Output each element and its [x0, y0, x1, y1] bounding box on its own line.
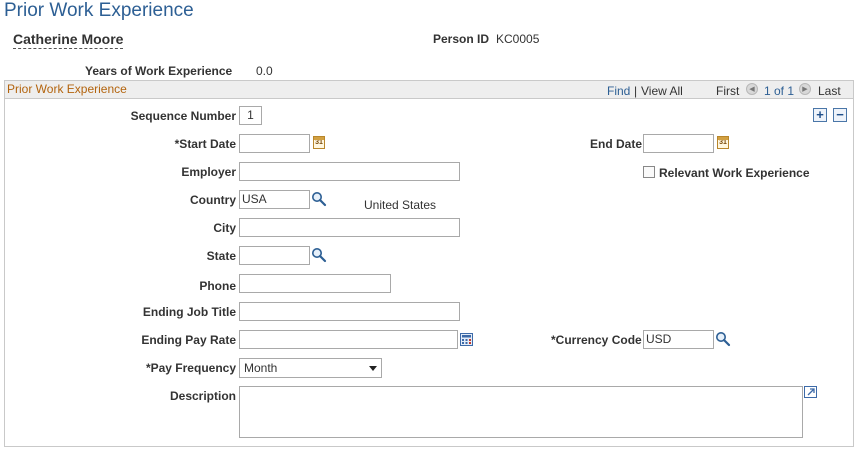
relevant-work-experience-checkbox[interactable]	[643, 166, 655, 178]
phone-label: Phone	[199, 279, 236, 293]
employer-input[interactable]	[239, 162, 460, 181]
ending-pay-rate-input[interactable]	[239, 330, 458, 349]
description-label: Description	[169, 389, 236, 403]
start-date-input[interactable]	[239, 134, 310, 153]
start-date-label: *Start Date	[174, 137, 236, 151]
sequence-number-input[interactable]: 1	[239, 106, 262, 125]
employer-label: Employer	[181, 165, 236, 179]
sequence-number-label: Sequence Number	[130, 109, 236, 123]
ending-pay-rate-label: Ending Pay Rate	[141, 333, 236, 347]
country-lookup-icon[interactable]	[311, 191, 327, 207]
pay-frequency-value: Month	[244, 361, 278, 375]
city-label: City	[213, 221, 236, 235]
previous-row-icon[interactable]: ◀	[746, 83, 758, 95]
currency-code-label: *Currency Code	[551, 333, 642, 347]
state-lookup-icon[interactable]	[311, 247, 327, 263]
pay-frequency-label: *Pay Frequency	[145, 361, 236, 375]
calculator-icon[interactable]	[460, 333, 473, 346]
person-id-value: KC0005	[496, 32, 540, 46]
country-description: United States	[364, 198, 437, 212]
person-name[interactable]: Catherine Moore	[13, 31, 124, 49]
city-input[interactable]	[239, 218, 460, 237]
section-title: Prior Work Experience	[7, 82, 127, 96]
end-date-calendar-icon[interactable]: 31	[717, 136, 729, 149]
person-id-label: Person ID	[433, 32, 490, 46]
phone-input[interactable]	[239, 274, 391, 293]
end-date-input[interactable]	[643, 134, 714, 153]
first-link[interactable]: First	[716, 84, 739, 98]
end-date-label: End Date	[590, 137, 643, 151]
description-textarea[interactable]	[239, 386, 803, 438]
add-row-icon[interactable]: +	[813, 108, 827, 122]
view-all-link[interactable]: View All	[641, 84, 683, 98]
next-row-icon[interactable]: ▶	[799, 83, 811, 95]
state-input[interactable]	[239, 246, 310, 265]
country-input[interactable]: USA	[239, 190, 310, 209]
find-link[interactable]: Find	[607, 84, 630, 98]
currency-code-input[interactable]: USD	[643, 330, 714, 349]
expand-text-icon[interactable]	[804, 386, 818, 399]
currency-lookup-icon[interactable]	[715, 331, 731, 347]
years-experience-label: Years of Work Experience	[85, 64, 233, 78]
relevant-work-experience-label: Relevant Work Experience	[659, 166, 810, 180]
years-experience-value: 0.0	[256, 64, 273, 78]
chevron-down-icon	[369, 366, 377, 371]
pay-frequency-select[interactable]: Month	[239, 358, 382, 378]
country-label: Country	[190, 193, 236, 207]
nav-separator: |	[634, 84, 638, 98]
start-date-calendar-icon[interactable]: 31	[313, 136, 325, 149]
last-link[interactable]: Last	[818, 84, 841, 98]
delete-row-icon[interactable]: −	[833, 108, 847, 122]
page-title: Prior Work Experience	[4, 0, 194, 21]
state-label: State	[206, 249, 236, 263]
ending-job-title-input[interactable]	[239, 302, 460, 321]
row-count: 1 of 1	[764, 84, 795, 98]
ending-job-title-label: Ending Job Title	[142, 305, 236, 319]
